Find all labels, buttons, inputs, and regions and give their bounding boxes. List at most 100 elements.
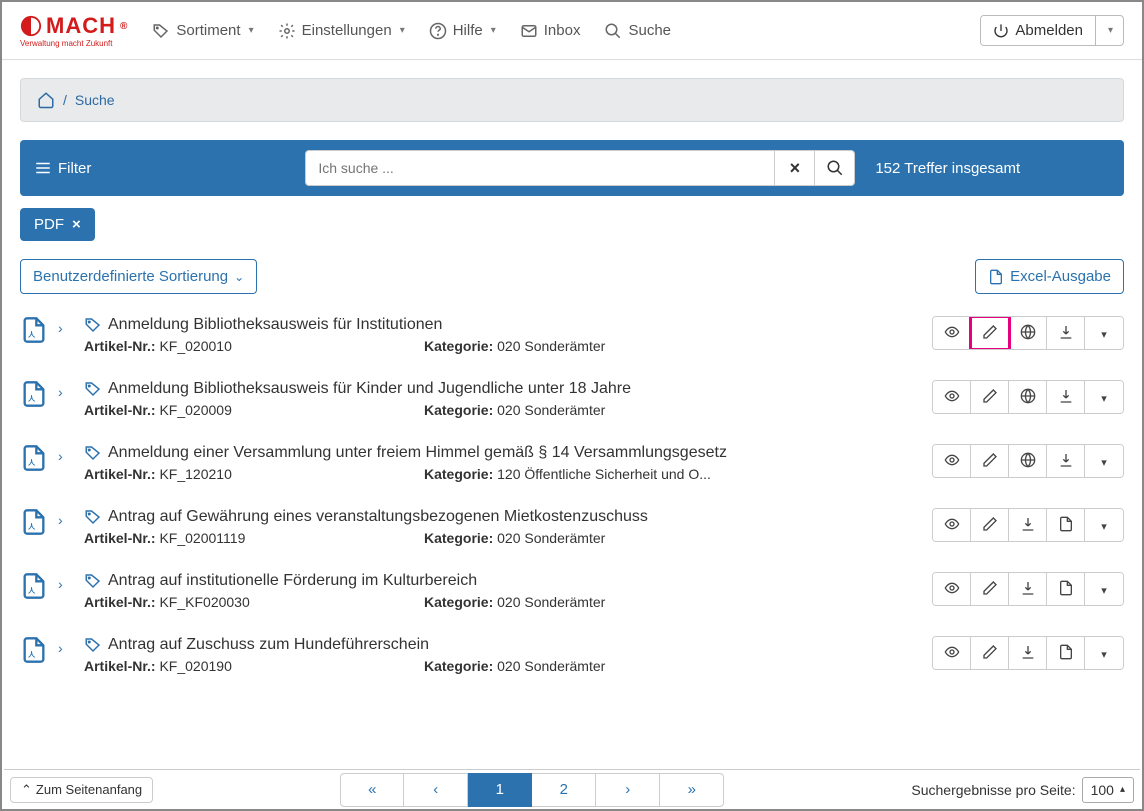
- pencil-icon: [982, 644, 998, 663]
- action-pencil-button[interactable]: [971, 509, 1009, 541]
- download-icon: [1020, 580, 1036, 599]
- action-caret-button[interactable]: ▾: [1085, 381, 1123, 413]
- action-pencil-button[interactable]: [971, 573, 1009, 605]
- home-icon[interactable]: [37, 91, 55, 109]
- result-title[interactable]: Anmeldung Bibliotheksausweis für Institu…: [108, 316, 442, 334]
- excel-export-button[interactable]: Excel-Ausgabe: [975, 259, 1124, 294]
- nav-inbox[interactable]: Inbox: [520, 22, 581, 40]
- artnr-label: Artikel-Nr.:: [84, 530, 156, 546]
- per-page-label: Suchergebnisse pro Seite:: [911, 782, 1075, 798]
- artnr-value: KF_020190: [159, 658, 231, 674]
- pencil-icon: [982, 580, 998, 599]
- action-caret-button[interactable]: ▾: [1085, 509, 1123, 541]
- action-caret-button[interactable]: ▾: [1085, 317, 1123, 349]
- breadcrumb-current[interactable]: Suche: [75, 92, 115, 108]
- artnr-value: KF_02001119: [159, 530, 245, 546]
- logo-text: MACH: [46, 13, 116, 39]
- expand-button[interactable]: ›: [58, 384, 74, 400]
- result-title[interactable]: Anmeldung Bibliotheksausweis für Kinder …: [108, 380, 631, 398]
- action-eye-button[interactable]: [933, 317, 971, 349]
- result-title[interactable]: Antrag auf Gewährung eines veranstaltung…: [108, 508, 648, 526]
- action-eye-button[interactable]: [933, 445, 971, 477]
- action-download-button[interactable]: [1047, 445, 1085, 477]
- artnr-value: KF_KF020030: [159, 594, 249, 610]
- download-icon: [1020, 644, 1036, 663]
- nav-suche[interactable]: Suche: [604, 22, 671, 40]
- search-clear-button[interactable]: ×: [775, 150, 815, 186]
- action-caret-button[interactable]: ▾: [1085, 573, 1123, 605]
- pdf-icon: 人: [20, 636, 48, 664]
- caret-down-icon: ▾: [1101, 389, 1107, 405]
- expand-button[interactable]: ›: [58, 448, 74, 464]
- pencil-icon: [982, 388, 998, 407]
- action-file-button[interactable]: [1047, 509, 1085, 541]
- action-download-button[interactable]: [1009, 637, 1047, 669]
- action-caret-button[interactable]: ▾: [1085, 445, 1123, 477]
- expand-button[interactable]: ›: [58, 576, 74, 592]
- action-file-button[interactable]: [1047, 637, 1085, 669]
- eye-icon: [944, 516, 960, 535]
- expand-button[interactable]: ›: [58, 320, 74, 336]
- action-download-button[interactable]: [1009, 573, 1047, 605]
- pdf-icon: 人: [20, 572, 48, 600]
- artnr-label: Artikel-Nr.:: [84, 658, 156, 674]
- file-icon: [1058, 580, 1074, 599]
- page-2[interactable]: 2: [532, 773, 596, 807]
- per-page-select[interactable]: 100 ▴: [1082, 777, 1134, 803]
- expand-button[interactable]: ›: [58, 640, 74, 656]
- action-pencil-button[interactable]: [971, 637, 1009, 669]
- action-pencil-button[interactable]: [971, 445, 1009, 477]
- result-title[interactable]: Antrag auf Zuschuss zum Hundeführerschei…: [108, 636, 429, 654]
- artnr-value: KF_120210: [159, 466, 231, 482]
- action-caret-button[interactable]: ▾: [1085, 637, 1123, 669]
- caret-up-icon: ▴: [1120, 784, 1125, 795]
- to-top-button[interactable]: ⌃ Zum Seitenanfang: [10, 777, 153, 803]
- artnr-label: Artikel-Nr.:: [84, 594, 156, 610]
- action-pencil-button[interactable]: [971, 381, 1009, 413]
- page-first[interactable]: «: [340, 773, 404, 807]
- svg-text:人: 人: [28, 586, 36, 595]
- svg-text:人: 人: [28, 330, 36, 339]
- help-icon: [429, 22, 447, 40]
- action-eye-button[interactable]: [933, 509, 971, 541]
- action-eye-button[interactable]: [933, 381, 971, 413]
- breadcrumb: / Suche: [20, 78, 1124, 122]
- action-group: ▾: [932, 316, 1124, 350]
- chevron-down-icon: ⌄: [234, 270, 244, 284]
- action-pencil-button[interactable]: [971, 317, 1009, 349]
- page-1[interactable]: 1: [468, 773, 532, 807]
- sort-button[interactable]: Benutzerdefinierte Sortierung ⌄: [20, 259, 257, 294]
- action-file-button[interactable]: [1047, 573, 1085, 605]
- action-globe-button[interactable]: [1009, 445, 1047, 477]
- action-globe-button[interactable]: [1009, 381, 1047, 413]
- nav-hilfe[interactable]: Hilfe▾: [429, 22, 496, 40]
- caret-down-icon: ▾: [1101, 453, 1107, 469]
- logout-caret[interactable]: ▾: [1095, 16, 1123, 45]
- search-submit-button[interactable]: [815, 150, 855, 186]
- action-download-button[interactable]: [1047, 381, 1085, 413]
- action-eye-button[interactable]: [933, 573, 971, 605]
- action-download-button[interactable]: [1009, 509, 1047, 541]
- logo[interactable]: MACH® Verwaltung macht Zukunft: [20, 13, 128, 48]
- filter-button[interactable]: Filter: [34, 159, 91, 177]
- expand-button[interactable]: ›: [58, 512, 74, 528]
- search-input[interactable]: [305, 150, 775, 186]
- nav-einstellungen[interactable]: Einstellungen▾: [278, 22, 405, 40]
- page-next[interactable]: ›: [596, 773, 660, 807]
- result-title[interactable]: Antrag auf institutionelle Förderung im …: [108, 572, 477, 590]
- page-prev[interactable]: ‹: [404, 773, 468, 807]
- filter-chip-pdf[interactable]: PDF ×: [20, 208, 95, 241]
- result-title[interactable]: Anmeldung einer Versammlung unter freiem…: [108, 444, 727, 462]
- nav-sortiment[interactable]: Sortiment▾: [152, 22, 253, 40]
- page-last[interactable]: »: [660, 773, 724, 807]
- action-eye-button[interactable]: [933, 637, 971, 669]
- action-download-button[interactable]: [1047, 317, 1085, 349]
- result-row: 人 › Anmeldung einer Versammlung unter fr…: [20, 430, 1124, 494]
- logout-button[interactable]: Abmelden: [981, 16, 1095, 45]
- action-group: ▾: [932, 444, 1124, 478]
- file-icon: [988, 269, 1004, 285]
- action-globe-button[interactable]: [1009, 317, 1047, 349]
- globe-icon: [1020, 388, 1036, 407]
- result-count: 152 Treffer insgesamt: [875, 160, 1020, 177]
- kategorie-value: 020 Sonderämter: [497, 594, 605, 610]
